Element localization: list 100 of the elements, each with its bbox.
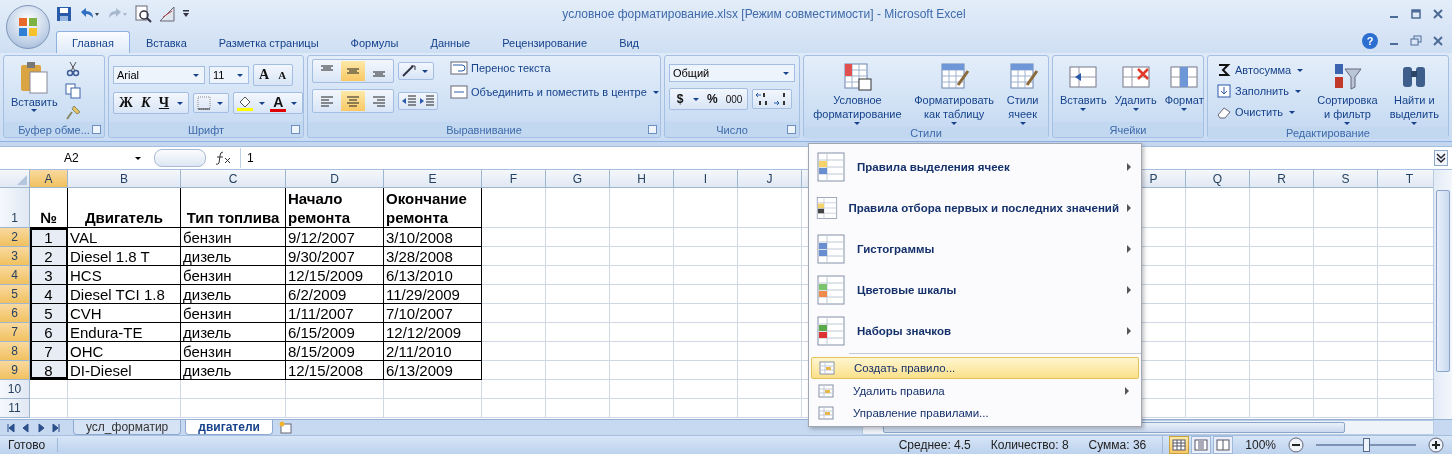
italic-button[interactable]: К — [137, 94, 154, 112]
cells-button[interactable]: Удалить — [1111, 59, 1160, 113]
font-color-button[interactable]: A — [270, 94, 287, 112]
zoom-level[interactable]: 100% — [1245, 438, 1276, 452]
paste-button[interactable]: Вставить — [8, 59, 61, 114]
help-button[interactable]: ? — [1362, 32, 1378, 49]
number-format-field[interactable]: Общий — [669, 64, 795, 82]
zoom-in-icon[interactable] — [1428, 437, 1444, 453]
ribbon-tab[interactable]: Вставка — [129, 31, 203, 53]
merge-center-button[interactable]: Объединить и поместить в центре — [448, 83, 664, 101]
fill-color-icon[interactable] — [236, 95, 255, 111]
cells-button[interactable]: Вставить — [1057, 59, 1110, 113]
ribbon-tab[interactable]: Рецензирование — [486, 31, 604, 53]
menu-item[interactable]: Цветовые шкалы — [809, 269, 1141, 310]
copy-icon[interactable] — [64, 83, 81, 99]
bold-button[interactable]: Ж — [116, 94, 136, 112]
row-header[interactable]: 3 — [0, 247, 30, 266]
close-icon[interactable] — [1432, 8, 1444, 20]
caret-icon[interactable] — [422, 69, 428, 73]
view-button[interactable] — [1213, 436, 1234, 454]
shrink-font-button[interactable]: A — [274, 66, 291, 84]
row-header[interactable]: 2 — [0, 228, 30, 247]
caret-icon[interactable] — [291, 101, 298, 105]
font-size-field[interactable]: 11 — [209, 66, 249, 84]
sheet-nav-icon[interactable] — [6, 422, 16, 433]
save-icon[interactable] — [56, 6, 72, 22]
menu-item[interactable]: Правила отбора первых и последних значений — [809, 187, 1141, 228]
grow-font-button[interactable]: A — [256, 66, 273, 84]
row-header[interactable]: 7 — [0, 323, 30, 342]
row-header[interactable]: 9 — [0, 361, 30, 380]
function-icon[interactable] — [214, 151, 232, 165]
menu-item[interactable]: Наборы значков — [809, 310, 1141, 351]
dialog-launcher-icon[interactable] — [787, 125, 796, 134]
column-header[interactable]: T — [1378, 170, 1433, 188]
vertical-scrollbar[interactable] — [1433, 170, 1452, 419]
view-button[interactable] — [1191, 436, 1212, 454]
caret-icon[interactable] — [693, 97, 699, 101]
slider-thumb[interactable] — [1363, 438, 1370, 452]
column-header[interactable]: F — [482, 170, 546, 188]
column-header[interactable]: Q — [1186, 170, 1250, 188]
decrease-indent-icon[interactable] — [401, 94, 417, 108]
expand-icon[interactable] — [1434, 150, 1448, 166]
brush-icon[interactable] — [64, 105, 81, 121]
caret-icon[interactable] — [217, 101, 224, 105]
row-header[interactable]: 10 — [0, 380, 30, 399]
customize-caret-icon[interactable] — [182, 9, 190, 19]
dialog-launcher-icon[interactable] — [291, 125, 300, 134]
restore-icon[interactable] — [1410, 34, 1422, 47]
borders-icon[interactable] — [196, 95, 213, 111]
name-box[interactable]: A2 — [0, 148, 150, 168]
dialog-launcher-icon[interactable] — [648, 125, 657, 134]
underline-button[interactable]: Ч — [155, 94, 173, 112]
column-header[interactable]: S — [1314, 170, 1378, 188]
row-header[interactable]: 5 — [0, 285, 30, 304]
column-header[interactable]: A — [30, 170, 68, 188]
horizontal-align-button[interactable] — [341, 91, 365, 111]
maximize-icon[interactable] — [1410, 8, 1422, 20]
text-orientation-icon[interactable] — [401, 64, 417, 78]
row-header[interactable]: 1 — [0, 188, 30, 228]
office-button[interactable] — [6, 4, 50, 49]
menu-item[interactable]: Создать правило... — [811, 357, 1139, 379]
ribbon-tab[interactable]: Главная — [56, 31, 130, 53]
vertical-align-button[interactable] — [341, 61, 365, 81]
editing-button[interactable]: Заполнить — [1214, 82, 1309, 100]
ribbon-tab[interactable]: Данные — [414, 31, 487, 53]
ruler-icon[interactable] — [158, 5, 176, 23]
dialog-launcher-icon[interactable] — [92, 125, 101, 134]
column-header[interactable]: R — [1250, 170, 1314, 188]
row-header[interactable]: 6 — [0, 304, 30, 323]
column-header[interactable]: J — [738, 170, 802, 188]
thousands-button[interactable]: 000 — [722, 90, 746, 108]
column-header[interactable]: D — [286, 170, 384, 188]
ribbon-tab[interactable]: Вид — [603, 31, 656, 53]
close-icon[interactable] — [1432, 34, 1444, 47]
view-button[interactable] — [1169, 436, 1190, 454]
sheet-nav-icon[interactable] — [51, 422, 61, 433]
scroll-thumb[interactable] — [1436, 190, 1450, 372]
sheet-tab[interactable]: двигатели — [185, 420, 273, 435]
styles-button[interactable]: Стили ячеек — [1003, 59, 1042, 127]
ribbon-tab[interactable]: Разметка страницы — [202, 31, 335, 53]
column-header[interactable]: G — [546, 170, 610, 188]
font-name-field[interactable]: Arial — [113, 66, 205, 84]
increase-indent-icon[interactable] — [419, 94, 435, 108]
caret-icon[interactable] — [259, 101, 266, 105]
percent-button[interactable]: % — [704, 90, 721, 108]
menu-item[interactable]: Управление правилами... — [811, 403, 1139, 423]
column-header[interactable]: B — [68, 170, 181, 188]
currency-button[interactable]: $ — [672, 90, 688, 108]
scissors-icon[interactable] — [64, 61, 81, 77]
sheet-nav-icon[interactable] — [21, 422, 31, 433]
caret-icon[interactable] — [177, 101, 184, 105]
splitter-handle[interactable] — [154, 149, 206, 167]
column-header[interactable]: E — [384, 170, 482, 188]
row-header[interactable]: 11 — [0, 399, 30, 418]
zoom-out-icon[interactable] — [1288, 437, 1304, 453]
row-header[interactable]: 8 — [0, 342, 30, 361]
ribbon-tab[interactable]: Формулы — [334, 31, 415, 53]
editing-button[interactable]: Автосумма — [1214, 61, 1309, 79]
sheet-nav-icon[interactable] — [36, 422, 46, 433]
column-header[interactable]: H — [610, 170, 674, 188]
